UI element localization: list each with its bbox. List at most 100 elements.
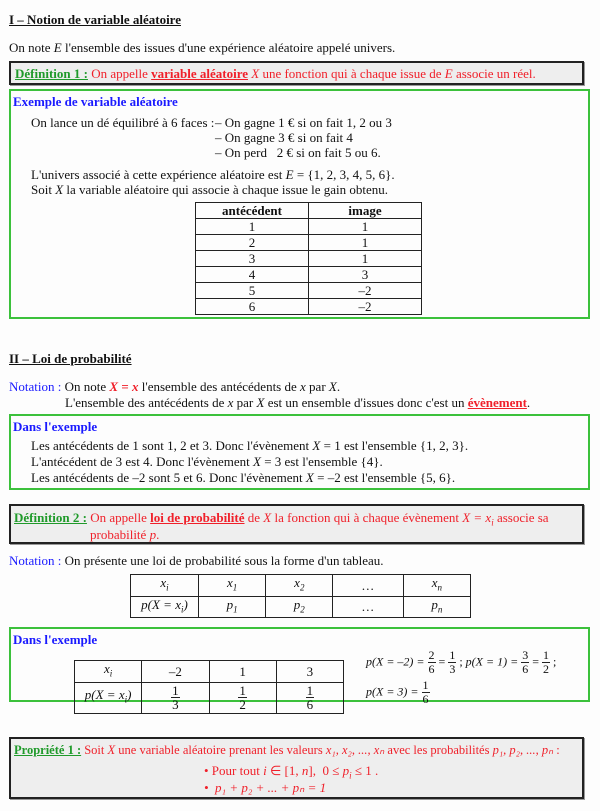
eq: = — [435, 654, 449, 669]
line-pre: Les antécédents de 1 sont 1, 2 et 3. Don… — [31, 438, 313, 453]
def2-expr: X = x — [462, 510, 492, 525]
table-header-row: antécédent image — [195, 202, 422, 219]
denominator: 2 — [239, 697, 246, 713]
line-pre: L'antécédent de 3 est 4. Donc l'évènemen… — [31, 454, 253, 469]
table-cell: pn — [402, 595, 472, 619]
definition-2-label: Définition 2 : — [14, 510, 87, 525]
table-row: 43 — [195, 266, 422, 283]
antecedent-image-table: antécédent image 11 21 31 43 5 –2 6 –2 — [195, 202, 422, 315]
prop1-vals: x₁, x₂, ..., xₙ — [325, 743, 385, 757]
def2-t5: probabilité — [90, 527, 150, 542]
notation-1-line-1: Notation : On note X = x l'ensemble des … — [9, 379, 340, 395]
def2-t6: . — [156, 527, 160, 542]
cell: 3 — [308, 266, 422, 283]
prop1-probs: p₁, p₂, ..., pₙ — [492, 743, 554, 757]
table-cell: x2 — [265, 574, 334, 597]
prob-cell: 16 — [275, 681, 345, 714]
fraction: 13 — [171, 684, 180, 711]
table-cell: p2 — [265, 595, 334, 619]
var-e: E — [53, 40, 62, 55]
cell: –2 — [308, 298, 422, 315]
n1-par: par — [305, 379, 329, 394]
c1-lhs: p(X = –2) = — [366, 654, 428, 669]
example-2-line: Les antécédents de –2 sont 5 et 6. Donc … — [31, 470, 455, 486]
prob-base: p(X = x — [84, 687, 125, 703]
header-prob: p(X = xi) — [73, 681, 143, 714]
table-cell: … — [332, 595, 404, 619]
example-2-line: L'antécédent de 3 est 4. Donc l'évènemen… — [31, 454, 383, 470]
cell-sub: 2 — [300, 604, 305, 615]
prop1-t3: avec les probabilités — [384, 743, 493, 757]
cell-sub: n — [437, 604, 443, 615]
numerator: 1 — [421, 678, 430, 693]
n1-mid: l'ensemble des antécédents de — [138, 379, 301, 394]
prob-cell: 12 — [208, 681, 277, 714]
def2-t2: de — [244, 510, 264, 525]
example-2-box: Dans l'exemple Les antécédents de 1 sont… — [9, 414, 590, 490]
general-law-table: xi x1 x2… xn p(X = xi) p1 p2… pn — [130, 574, 472, 619]
cell: 1 — [308, 234, 422, 251]
fraction: 36 — [521, 649, 530, 676]
table-cell: xn — [402, 574, 472, 597]
numerator: 2 — [427, 648, 436, 663]
cell-end: ) — [183, 596, 188, 612]
notation-2-text: On présente une loi de probabilité sous … — [61, 553, 384, 568]
example-3-box: Dans l'exemple xi –2 1 3 p(X = xi) 13 12… — [9, 627, 590, 714]
line-post: = 3 est l'ensemble {4}. — [260, 454, 383, 469]
def2-line-2: probabilité p. — [90, 527, 159, 543]
fraction: 16 — [305, 684, 315, 711]
rule-1: – On gagne 1 € si on fait 1, 2 ou 3 — [215, 115, 392, 130]
section-2-title: II – Loi de probabilité — [9, 351, 132, 366]
cell: 3 — [195, 250, 309, 267]
prop1-t4: : — [553, 743, 560, 757]
def1-t3: associe un réel. — [452, 66, 536, 81]
def2-line-1: Définition 2 : On appelle loi de probabi… — [14, 510, 549, 528]
denominator: 6 — [422, 692, 429, 706]
values-row: xi x1 x2 … xn — [130, 574, 472, 597]
example-2-title: Dans l'exemple — [13, 419, 98, 434]
prop1-bullet-2: • p₁ + p₂ + ... + pₙ = 1 — [204, 780, 327, 795]
cell: 1 — [195, 218, 309, 235]
def1-t1: On appelle — [87, 66, 152, 81]
n1-end: . — [336, 379, 341, 394]
line-X: X — [252, 454, 261, 469]
n1-X: X — [328, 379, 337, 394]
n1-pre: On note — [61, 379, 110, 394]
example-1-title: Exemple de variable aléatoire — [13, 94, 178, 109]
n2-end: . — [526, 395, 531, 410]
example-1-lead: On lance un dé équilibré à 6 faces : — [31, 115, 215, 130]
numerator: 1 — [238, 683, 247, 699]
cell: 5 — [195, 282, 309, 299]
univers-line: L'univers associé à cette expérience alé… — [31, 167, 395, 183]
cell-sub: 1 — [233, 604, 238, 615]
univers-pre: L'univers associé à cette expérience alé… — [31, 167, 286, 182]
example-2-line: Les antécédents de 1 sont 1, 2 et 3. Don… — [31, 438, 468, 454]
definition-1-box: Définition 1 : On appelle variable aléat… — [9, 61, 584, 85]
soit-pre: Soit — [31, 182, 56, 197]
value-cell: 3 — [275, 660, 345, 683]
values-row: xi –2 1 3 — [73, 660, 345, 683]
n2-term: évènement — [467, 395, 527, 410]
soit-var: X — [55, 182, 64, 197]
table-cell: … — [332, 574, 404, 597]
section-1-title: I – Notion de variable aléatoire — [9, 12, 181, 27]
property-1-label: Propriété 1 : — [14, 743, 82, 757]
notation-1-line-2: L'ensemble des antécédents de x par X es… — [65, 395, 530, 411]
definition-1-label: Définition 1 : — [15, 66, 88, 81]
rule-2: – On gagne 3 € si on fait 4 — [215, 130, 353, 145]
prob-cell: 13 — [141, 681, 210, 714]
denominator: 6 — [428, 662, 435, 676]
def1-text: On appelle variable aléatoire X une fonc… — [88, 66, 536, 81]
value-cell: 1 — [208, 660, 277, 683]
fraction: 12 — [238, 684, 247, 711]
def1-var: X — [248, 66, 260, 81]
def2-t1: On appelle — [86, 510, 151, 525]
fraction: 16 — [421, 678, 430, 706]
sep: ; — [456, 654, 466, 669]
end: ; — [549, 654, 557, 669]
cell: 2 — [195, 234, 309, 251]
eq: = — [529, 654, 542, 669]
cell-base: p(X = x — [141, 596, 181, 612]
n2-par: par — [233, 395, 257, 410]
table-row: 11 — [195, 218, 422, 235]
